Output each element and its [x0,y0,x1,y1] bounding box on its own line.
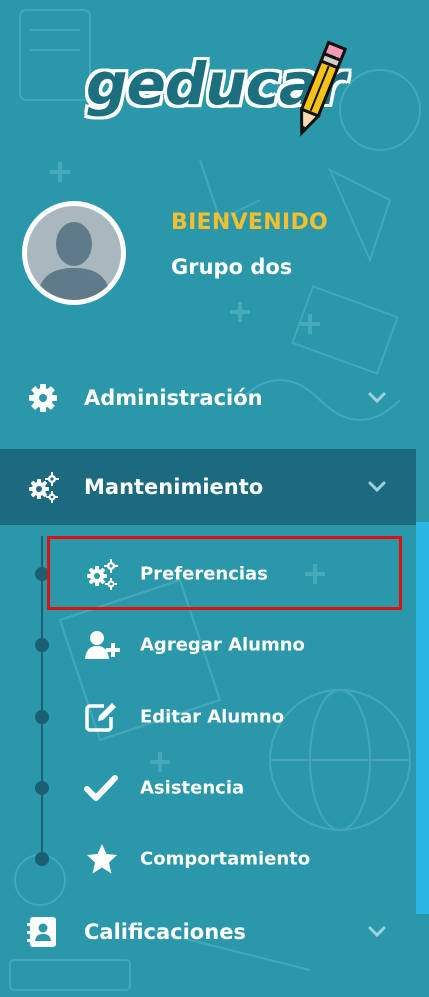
highlight-box [47,536,402,610]
gears-icon [29,472,59,503]
timeline-dot [35,852,49,866]
geducar-logo: geducar [78,40,358,150]
menu-item-mantenimiento[interactable]: Mantenimiento [0,449,416,525]
menu-item-calificaciones[interactable]: Calificaciones [0,894,416,970]
submenu-label-comportamiento: Comportamiento [140,848,311,870]
submenu-label-agregar-alumno: Agregar Alumno [140,634,305,656]
submenu-item-editar-alumno[interactable]: Editar Alumno [0,685,416,749]
edit-icon [85,703,116,732]
gear-icon [29,384,57,412]
pencil-icon [299,40,348,137]
avatar[interactable] [22,201,126,305]
add-user-icon [85,631,120,659]
submenu-item-agregar-alumno[interactable]: Agregar Alumno [0,613,416,677]
submenu-label-editar-alumno: Editar Alumno [140,706,285,728]
menu-item-administracion[interactable]: Administración [0,360,416,436]
chevron-down-icon [368,392,386,404]
address-book-icon [27,917,56,947]
chevron-down-icon [368,926,386,938]
user-silhouette-icon [27,206,121,300]
user-name: Grupo dos [171,255,293,279]
menu-label-calificaciones: Calificaciones [84,920,246,944]
menu-label-administracion: Administración [84,386,263,410]
timeline-dot [35,638,49,652]
welcome-label: BIENVENIDO [171,210,329,235]
scrollbar-strip [416,522,429,914]
submenu-label-asistencia: Asistencia [140,777,245,799]
star-icon [87,844,117,874]
check-icon [84,775,118,801]
submenu-item-comportamiento[interactable]: Comportamiento [0,827,416,891]
timeline-dot [35,781,49,795]
chevron-down-icon [368,481,386,493]
menu-label-mantenimiento: Mantenimiento [84,475,264,499]
timeline-dot [35,710,49,724]
submenu-item-asistencia[interactable]: Asistencia [0,756,416,820]
